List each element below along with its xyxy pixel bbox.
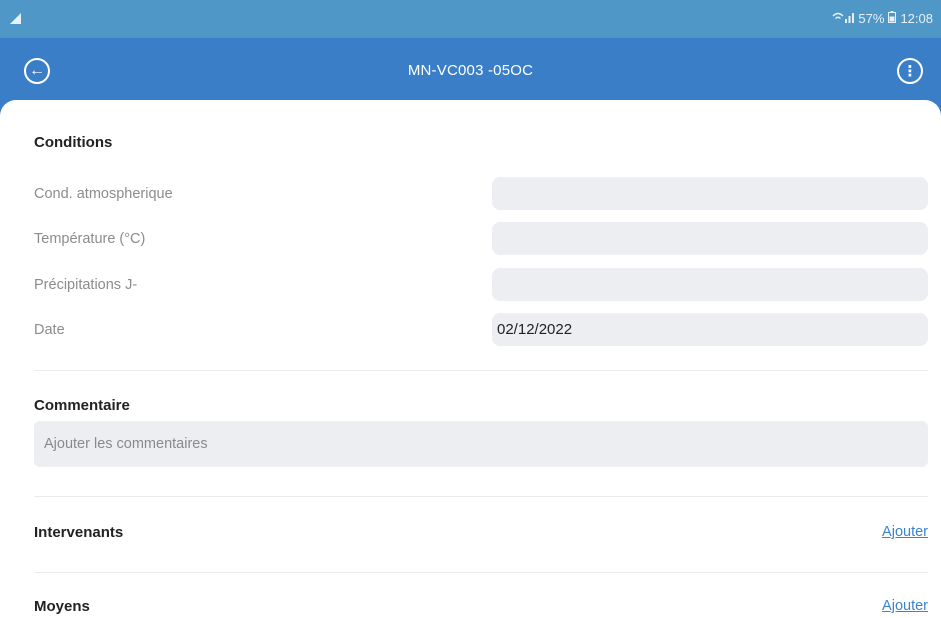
gallery-notification-icon — [10, 12, 21, 27]
temperature-label: Température (°C) — [34, 231, 146, 247]
date-field[interactable]: 02/12/2022 — [492, 313, 928, 346]
cond-atmo-field[interactable] — [492, 177, 928, 210]
moyens-title: Moyens — [34, 598, 90, 615]
wifi-signal-icon — [832, 11, 855, 26]
battery-icon — [888, 11, 897, 26]
cond-atmo-label: Cond. atmospherique — [34, 186, 173, 202]
more-options-button[interactable]: ⋮ — [897, 58, 923, 84]
divider — [34, 370, 928, 371]
temperature-field[interactable] — [492, 222, 928, 255]
battery-percent: 57% — [858, 11, 885, 26]
add-intervenant-link[interactable]: Ajouter — [882, 524, 928, 540]
precipitations-label: Précipitations J- — [34, 277, 138, 293]
divider — [34, 572, 928, 573]
comment-input[interactable]: Ajouter les commentaires — [34, 421, 928, 467]
conditions-title: Conditions — [34, 134, 113, 151]
form-card: Conditions Cond. atmospherique Températu… — [0, 100, 941, 618]
page-title: MN-VC003 -05OC — [407, 62, 534, 79]
info-dots-icon: ⋮ — [902, 62, 918, 80]
clock: 12:08 — [900, 11, 933, 26]
app-bar: ← MN-VC003 -05OC ⋮ — [0, 38, 941, 108]
divider — [34, 496, 928, 497]
status-bar: 57% 12:08 — [0, 0, 941, 38]
status-indicators: 57% 12:08 — [832, 11, 933, 26]
comment-title: Commentaire — [34, 397, 130, 414]
add-moyen-link[interactable]: Ajouter — [882, 598, 928, 614]
date-label: Date — [34, 322, 65, 338]
intervenants-title: Intervenants — [34, 524, 124, 541]
precipitations-field[interactable] — [492, 268, 928, 301]
